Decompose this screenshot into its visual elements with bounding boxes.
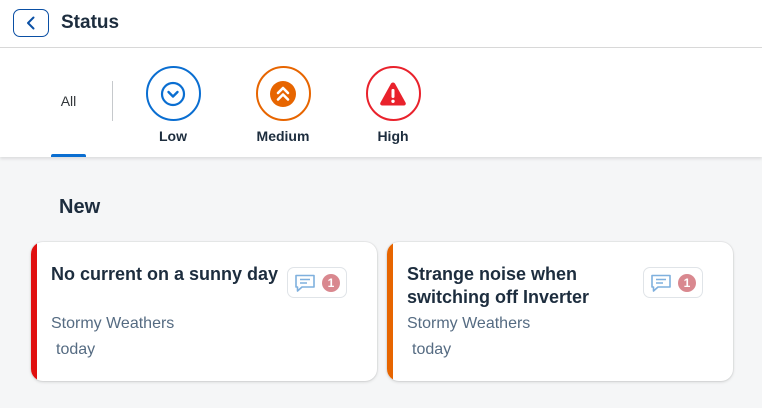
low-icon-circle: [145, 66, 201, 121]
notification-card[interactable]: No current on a sunny day 1 Stormy Weath…: [31, 242, 377, 381]
section-title: New: [59, 196, 101, 218]
chevron-down-circle-icon: [160, 81, 186, 106]
priority-stripe: [387, 242, 393, 381]
comment-icon: [651, 274, 671, 292]
chevron-left-icon: [27, 16, 35, 30]
high-icon-circle: [365, 66, 421, 121]
medium-icon-circle: [255, 66, 311, 121]
page-header: Status: [0, 0, 762, 48]
tab-medium[interactable]: Medium: [243, 66, 323, 144]
comment-count-badge: 1: [678, 273, 696, 292]
tab-low-label: Low: [159, 128, 187, 144]
warning-triangle-icon: [380, 82, 406, 105]
tab-all[interactable]: All: [51, 93, 86, 109]
tab-separator: [112, 81, 113, 121]
card-subtitle: Stormy Weathers: [51, 315, 175, 332]
card-date: today: [412, 341, 452, 358]
comment-count-badge: 1: [322, 273, 340, 292]
card-date: today: [56, 341, 96, 358]
tab-selection-indicator: [51, 154, 86, 157]
tab-high[interactable]: High: [353, 66, 433, 144]
card-subtitle: Stormy Weathers: [407, 315, 531, 332]
tab-high-label: High: [377, 128, 409, 144]
card-title: Strange noise when switching off Inverte…: [407, 264, 590, 307]
card-title: No current on a sunny day: [51, 264, 279, 284]
comments-button[interactable]: 1: [287, 267, 347, 298]
tab-medium-label: Medium: [256, 128, 310, 144]
priority-stripe: [31, 242, 37, 381]
comments-button[interactable]: 1: [643, 267, 703, 298]
page-title: Status: [61, 12, 120, 33]
tab-low[interactable]: Low: [133, 66, 213, 144]
double-chevron-up-icon: [270, 80, 296, 107]
comment-icon: [295, 274, 315, 292]
back-button[interactable]: [13, 9, 49, 37]
priority-filter-bar: All Low Medium High: [0, 48, 762, 157]
notification-card[interactable]: Strange noise when switching off Inverte…: [387, 242, 733, 381]
